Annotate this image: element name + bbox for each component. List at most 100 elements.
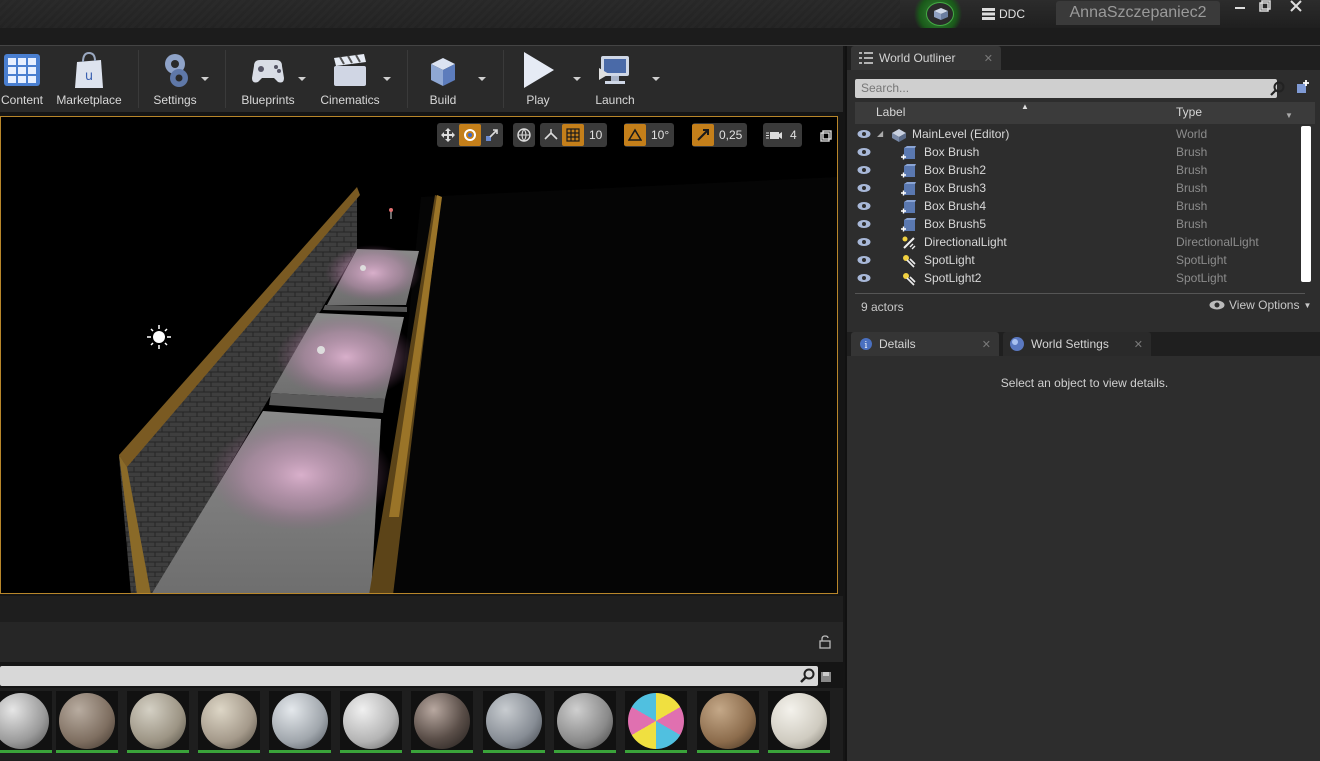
visibility-eye-icon[interactable] bbox=[857, 147, 871, 157]
visibility-eye-icon[interactable] bbox=[857, 201, 871, 211]
outliner-row-name: Box Brush3 bbox=[924, 181, 987, 195]
material-tile[interactable] bbox=[269, 691, 331, 753]
tab-close-icon[interactable]: ✕ bbox=[1134, 338, 1143, 351]
rotation-snap-icon[interactable] bbox=[624, 124, 646, 146]
column-options-icon[interactable]: ▼ bbox=[1285, 111, 1293, 120]
material-tile[interactable] bbox=[625, 691, 687, 753]
tree-expand-icon[interactable]: ◢ bbox=[877, 129, 883, 138]
outliner-row[interactable]: ◢ MainLevel (Editor) World bbox=[855, 126, 1303, 144]
outliner-search-input[interactable]: Search... bbox=[855, 79, 1277, 98]
material-tile[interactable] bbox=[483, 691, 545, 753]
user-project-tab[interactable]: AnnaSzczepaniec2 bbox=[1056, 1, 1220, 25]
settings-button[interactable]: Settings bbox=[150, 46, 200, 112]
chevron-down-icon: ▼ bbox=[1303, 300, 1312, 310]
material-tile[interactable] bbox=[768, 691, 830, 753]
search-icon bbox=[1270, 81, 1285, 100]
add-actor-icon[interactable] bbox=[1294, 79, 1310, 99]
visibility-eye-icon[interactable] bbox=[857, 237, 871, 247]
rotate-tool-icon[interactable] bbox=[459, 124, 481, 146]
visibility-eye-icon[interactable] bbox=[857, 219, 871, 229]
outliner-scrollbar[interactable] bbox=[1301, 126, 1311, 282]
rotation-snap-value[interactable]: 10° bbox=[646, 128, 674, 142]
outliner-row-type: Brush bbox=[1176, 217, 1208, 231]
outliner-column-header: Label ▲ Type ▼ bbox=[855, 102, 1315, 124]
build-dropdown-arrow[interactable] bbox=[478, 77, 486, 81]
cinematics-button[interactable]: Cinematics bbox=[318, 46, 382, 112]
material-tile[interactable] bbox=[340, 691, 402, 753]
outliner-row[interactable]: Box Brush3 Brush bbox=[855, 180, 1303, 198]
tab-world-outliner[interactable]: World Outliner ✕ bbox=[851, 46, 1001, 70]
tab-close-icon[interactable]: ✕ bbox=[984, 52, 993, 65]
launch-dropdown-arrow[interactable] bbox=[652, 77, 660, 81]
unreal-engine-logo-icon[interactable] bbox=[926, 2, 954, 26]
tab-world-settings[interactable]: World Settings ✕ bbox=[1003, 332, 1151, 356]
content-button[interactable]: Content bbox=[0, 46, 44, 112]
outliner-row[interactable]: SpotLight2 SpotLight bbox=[855, 270, 1303, 288]
outliner-row-type: Brush bbox=[1176, 181, 1208, 195]
camera-speed-icon[interactable] bbox=[763, 124, 785, 146]
tab-details[interactable]: i Details ✕ bbox=[851, 332, 999, 356]
minimize-icon[interactable] bbox=[1229, 0, 1251, 16]
column-type[interactable]: Type bbox=[1176, 105, 1202, 119]
outliner-row[interactable]: SpotLight SpotLight bbox=[855, 252, 1303, 270]
outliner-row-name: SpotLight bbox=[924, 253, 975, 267]
outliner-row-type: World bbox=[1176, 127, 1208, 141]
close-icon[interactable] bbox=[1285, 0, 1307, 16]
scale-snap-value[interactable]: 0,25 bbox=[714, 128, 747, 142]
visibility-eye-icon[interactable] bbox=[857, 129, 871, 139]
outliner-row-type: Brush bbox=[1176, 163, 1208, 177]
outliner-row[interactable]: Box Brush Brush bbox=[855, 144, 1303, 162]
play-button[interactable]: Play bbox=[514, 46, 562, 112]
tab-close-icon[interactable]: ✕ bbox=[982, 338, 991, 351]
spotlight-icon bbox=[901, 271, 917, 287]
level-viewport[interactable]: 10 10° 0,25 4 bbox=[0, 116, 838, 594]
material-tile[interactable] bbox=[697, 691, 759, 753]
coordinate-system-toggle[interactable] bbox=[513, 123, 535, 147]
outliner-row[interactable]: Box Brush5 Brush bbox=[855, 216, 1303, 234]
marketplace-button[interactable]: u Marketplace bbox=[56, 46, 122, 112]
surface-snap-icon[interactable] bbox=[540, 124, 562, 146]
outliner-row[interactable]: Box Brush4 Brush bbox=[855, 198, 1303, 216]
play-dropdown-arrow[interactable] bbox=[573, 77, 581, 81]
scale-snap-icon[interactable] bbox=[692, 124, 714, 146]
camera-speed-value[interactable]: 4 bbox=[785, 128, 802, 142]
grid-snap-value[interactable]: 10 bbox=[584, 128, 607, 142]
outliner-row-type: Brush bbox=[1176, 145, 1208, 159]
material-tile[interactable] bbox=[127, 691, 189, 753]
save-search-icon[interactable] bbox=[820, 668, 832, 687]
visibility-eye-icon[interactable] bbox=[857, 165, 871, 175]
lock-icon[interactable] bbox=[818, 634, 832, 653]
tab-details-label: Details bbox=[879, 337, 916, 351]
build-button[interactable]: Build bbox=[420, 46, 466, 112]
blueprints-button[interactable]: Blueprints bbox=[237, 46, 299, 112]
settings-dropdown-arrow[interactable] bbox=[201, 77, 209, 81]
view-options-button[interactable]: View Options ▼ bbox=[1209, 298, 1311, 312]
material-tile[interactable] bbox=[56, 691, 118, 753]
search-icon[interactable] bbox=[800, 668, 816, 688]
outliner-row[interactable]: DirectionalLight DirectionalLight bbox=[855, 234, 1303, 252]
visibility-eye-icon[interactable] bbox=[857, 255, 871, 265]
content-browser-header bbox=[0, 622, 843, 662]
cinematics-dropdown-arrow[interactable] bbox=[383, 77, 391, 81]
grid-snap-icon[interactable] bbox=[562, 124, 584, 146]
material-tile[interactable] bbox=[198, 691, 260, 753]
translate-tool-icon[interactable] bbox=[437, 124, 459, 146]
launch-button[interactable]: Launch bbox=[590, 46, 640, 112]
scale-tool-icon[interactable] bbox=[481, 124, 503, 146]
asset-search-input[interactable] bbox=[0, 666, 818, 686]
maximize-viewport-icon[interactable] bbox=[820, 127, 832, 146]
visibility-eye-icon[interactable] bbox=[857, 273, 871, 283]
column-label[interactable]: Label bbox=[876, 105, 905, 119]
outliner-row-name: Box Brush2 bbox=[924, 163, 987, 177]
visibility-eye-icon[interactable] bbox=[857, 183, 871, 193]
directional-light-icon bbox=[901, 235, 917, 251]
details-info-icon: i bbox=[860, 338, 872, 351]
outliner-row[interactable]: Box Brush2 Brush bbox=[855, 162, 1303, 180]
blueprints-dropdown-arrow[interactable] bbox=[298, 77, 306, 81]
ddc-indicator[interactable]: DDC bbox=[982, 5, 1025, 23]
material-tile[interactable] bbox=[411, 691, 473, 753]
toolbar-separator bbox=[138, 50, 139, 108]
material-tile[interactable] bbox=[0, 691, 52, 753]
material-tile[interactable] bbox=[554, 691, 616, 753]
restore-icon[interactable] bbox=[1254, 0, 1276, 16]
